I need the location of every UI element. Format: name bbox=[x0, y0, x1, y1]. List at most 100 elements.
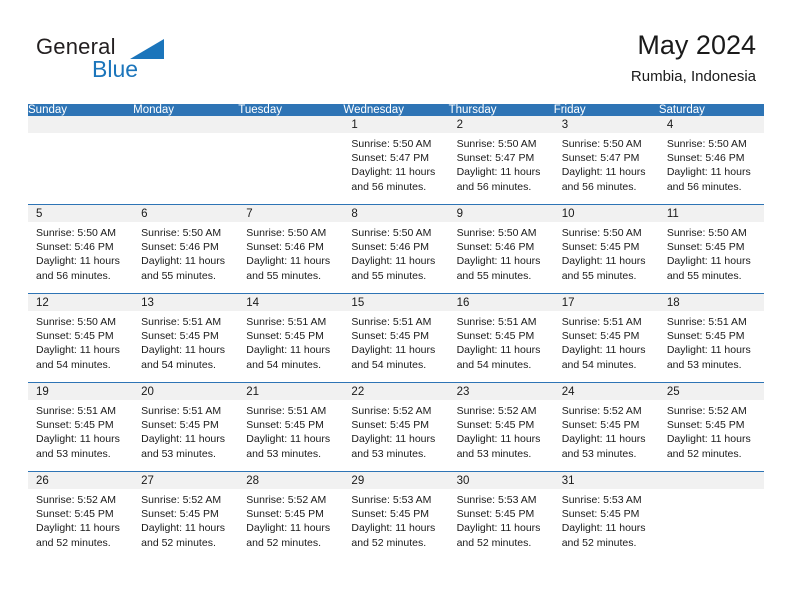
day-number: 4 bbox=[658, 116, 764, 133]
day-detail-sunrise: Sunrise: 5:50 AM bbox=[561, 227, 642, 239]
day-detail-sunset: Sunset: 5:46 PM bbox=[246, 241, 324, 254]
calendar-day-cell[interactable]: 16 Sunrise: 5:51 AM Sunset: 5:45 PM Dayligh… bbox=[448, 293, 554, 383]
day-detail-daylight2: and 56 minutes. bbox=[351, 180, 427, 193]
calendar-day-cell[interactable]: 2 Sunrise: 5:50 AM Sunset: 5:47 PM Daylight… bbox=[448, 116, 554, 205]
day-cell-content: 16 Sunrise: 5:51 AM Sunset: 5:45 PM Dayligh… bbox=[448, 294, 554, 382]
calendar-day-cell[interactable]: 24 Sunrise: 5:52 AM Sunset: 5:45 PM Dayligh… bbox=[553, 382, 659, 472]
day-detail-sunrise: Sunrise: 5:53 AM bbox=[561, 494, 642, 506]
day-number: 23 bbox=[448, 383, 554, 400]
day-details: Sunrise: 5:51 AM Sunset: 5:45 PM Daylight:… bbox=[133, 400, 238, 461]
day-cell-content: 25 Sunrise: 5:52 AM Sunset: 5:45 PM Dayligh… bbox=[658, 383, 764, 471]
day-detail-daylight2: and 54 minutes. bbox=[561, 358, 637, 371]
day-detail-daylight1: Daylight: 11 hours bbox=[561, 166, 646, 179]
day-cell-content: 18 Sunrise: 5:51 AM Sunset: 5:45 PM Dayligh… bbox=[658, 294, 764, 382]
day-detail-daylight1: Daylight: 11 hours bbox=[561, 344, 646, 357]
calendar-day-cell[interactable]: 11 Sunrise: 5:50 AM Sunset: 5:45 PM Dayligh… bbox=[658, 204, 764, 294]
day-detail-daylight1: Daylight: 11 hours bbox=[666, 255, 751, 268]
day-detail-sunset: Sunset: 5:46 PM bbox=[666, 152, 745, 165]
day-detail-sunset: Sunset: 5:45 PM bbox=[36, 330, 114, 343]
day-details: Sunrise: 5:51 AM Sunset: 5:45 PM Daylight:… bbox=[343, 311, 448, 372]
calendar-day-cell[interactable]: 1 Sunrise: 5:50 AM Sunset: 5:47 PM Daylight… bbox=[343, 116, 449, 205]
calendar-day-cell[interactable]: 28 Sunrise: 5:52 AM Sunset: 5:45 PM Dayligh… bbox=[238, 471, 344, 560]
day-cell-content: 9 Sunrise: 5:50 AM Sunset: 5:46 PM Daylight… bbox=[448, 205, 554, 293]
calendar-day-cell[interactable]: 17 Sunrise: 5:51 AM Sunset: 5:45 PM Dayligh… bbox=[553, 293, 659, 383]
weekday-header-saturday: Saturday bbox=[658, 104, 764, 116]
day-detail-daylight2: and 53 minutes. bbox=[246, 447, 321, 460]
day-detail-sunrise: Sunrise: 5:50 AM bbox=[36, 227, 116, 239]
calendar-day-cell[interactable]: 4 Sunrise: 5:50 AM Sunset: 5:46 PM Daylight… bbox=[658, 116, 764, 205]
day-detail-sunrise: Sunrise: 5:52 AM bbox=[561, 405, 642, 417]
day-detail-sunrise: Sunrise: 5:51 AM bbox=[36, 405, 116, 417]
day-cell-content: 21 Sunrise: 5:51 AM Sunset: 5:45 PM Dayligh… bbox=[238, 383, 344, 471]
day-number: 19 bbox=[28, 383, 134, 400]
day-detail-daylight2: and 52 minutes. bbox=[351, 536, 427, 549]
day-detail-daylight2: and 56 minutes. bbox=[561, 180, 637, 193]
calendar-day-cell[interactable]: 15 Sunrise: 5:51 AM Sunset: 5:45 PM Dayligh… bbox=[343, 293, 449, 383]
day-detail-sunrise: Sunrise: 5:52 AM bbox=[456, 405, 537, 417]
calendar-day-cell[interactable]: 26 Sunrise: 5:52 AM Sunset: 5:45 PM Dayligh… bbox=[28, 471, 134, 560]
day-detail-daylight2: and 55 minutes. bbox=[246, 269, 321, 282]
day-details bbox=[238, 133, 343, 137]
calendar-day-cell[interactable]: 7 Sunrise: 5:50 AM Sunset: 5:46 PM Daylight… bbox=[238, 204, 344, 294]
calendar-day-cell[interactable]: 8 Sunrise: 5:50 AM Sunset: 5:46 PM Daylight… bbox=[343, 204, 449, 294]
day-details: Sunrise: 5:50 AM Sunset: 5:47 PM Daylight:… bbox=[554, 133, 659, 194]
day-cell-content: 27 Sunrise: 5:52 AM Sunset: 5:45 PM Dayligh… bbox=[133, 472, 239, 560]
day-detail-sunset: Sunset: 5:45 PM bbox=[351, 419, 430, 432]
calendar-day-cell[interactable]: 30 Sunrise: 5:53 AM Sunset: 5:45 PM Dayligh… bbox=[448, 471, 554, 560]
calendar-day-cell[interactable]: 14 Sunrise: 5:51 AM Sunset: 5:45 PM Dayligh… bbox=[238, 293, 344, 383]
day-detail-daylight1: Daylight: 11 hours bbox=[456, 166, 541, 179]
day-number: 14 bbox=[238, 294, 344, 311]
day-detail-daylight1: Daylight: 11 hours bbox=[561, 255, 646, 268]
day-detail-daylight2: and 55 minutes. bbox=[456, 269, 532, 282]
day-cell-content: 26 Sunrise: 5:52 AM Sunset: 5:45 PM Dayligh… bbox=[28, 472, 134, 560]
calendar-day-cell[interactable]: 19 Sunrise: 5:51 AM Sunset: 5:45 PM Dayligh… bbox=[28, 382, 134, 472]
day-detail-sunrise: Sunrise: 5:50 AM bbox=[351, 227, 432, 239]
calendar-day-cell[interactable]: 29 Sunrise: 5:53 AM Sunset: 5:45 PM Dayligh… bbox=[343, 471, 449, 560]
day-detail-sunset: Sunset: 5:46 PM bbox=[456, 241, 535, 254]
day-details: Sunrise: 5:51 AM Sunset: 5:45 PM Daylight:… bbox=[238, 311, 343, 372]
day-detail-daylight2: and 53 minutes. bbox=[36, 447, 111, 460]
day-detail-daylight1: Daylight: 11 hours bbox=[351, 166, 436, 179]
day-detail-sunrise: Sunrise: 5:52 AM bbox=[351, 405, 432, 417]
calendar-day-cell[interactable]: 12 Sunrise: 5:50 AM Sunset: 5:45 PM Dayligh… bbox=[28, 293, 134, 383]
day-detail-daylight2: and 54 minutes. bbox=[36, 358, 111, 371]
day-detail-sunset: Sunset: 5:45 PM bbox=[351, 330, 430, 343]
day-details: Sunrise: 5:53 AM Sunset: 5:45 PM Daylight:… bbox=[554, 489, 659, 550]
calendar-day-cell[interactable]: 18 Sunrise: 5:51 AM Sunset: 5:45 PM Dayligh… bbox=[658, 293, 764, 383]
calendar-day-cell[interactable]: 9 Sunrise: 5:50 AM Sunset: 5:46 PM Daylight… bbox=[448, 204, 554, 294]
day-details: Sunrise: 5:51 AM Sunset: 5:45 PM Daylight:… bbox=[238, 400, 343, 461]
day-details bbox=[133, 133, 238, 137]
calendar-day-cell[interactable]: 3 Sunrise: 5:50 AM Sunset: 5:47 PM Daylight… bbox=[553, 116, 659, 205]
logo-text-general: General bbox=[36, 34, 116, 59]
day-detail-sunset: Sunset: 5:45 PM bbox=[561, 419, 640, 432]
day-detail-daylight2: and 54 minutes. bbox=[141, 358, 216, 371]
day-detail-daylight1: Daylight: 11 hours bbox=[246, 522, 331, 535]
calendar-day-cell[interactable]: 10 Sunrise: 5:50 AM Sunset: 5:45 PM Dayligh… bbox=[553, 204, 659, 294]
general-blue-logo[interactable]: General Blue bbox=[36, 36, 236, 92]
day-detail-sunrise: Sunrise: 5:51 AM bbox=[141, 405, 222, 417]
day-cell-content: 7 Sunrise: 5:50 AM Sunset: 5:46 PM Daylight… bbox=[238, 205, 344, 293]
calendar-day-cell[interactable]: 13 Sunrise: 5:51 AM Sunset: 5:45 PM Dayligh… bbox=[133, 293, 239, 383]
calendar-day-cell[interactable]: 25 Sunrise: 5:52 AM Sunset: 5:45 PM Dayligh… bbox=[658, 382, 764, 472]
calendar-day-cell[interactable]: 23 Sunrise: 5:52 AM Sunset: 5:45 PM Dayligh… bbox=[448, 382, 554, 472]
calendar-day-cell[interactable]: 27 Sunrise: 5:52 AM Sunset: 5:45 PM Dayligh… bbox=[133, 471, 239, 560]
calendar-week-row: 19 Sunrise: 5:51 AM Sunset: 5:45 PM Dayligh… bbox=[28, 382, 764, 472]
day-number: 20 bbox=[133, 383, 239, 400]
calendar-body: 1 Sunrise: 5:50 AM Sunset: 5:47 PM Daylight… bbox=[28, 116, 764, 560]
day-detail-sunset: Sunset: 5:45 PM bbox=[141, 508, 219, 521]
page-subtitle: Rumbia, Indonesia bbox=[630, 68, 756, 86]
calendar-day-cell[interactable]: 31 Sunrise: 5:53 AM Sunset: 5:45 PM Dayligh… bbox=[553, 471, 659, 560]
day-detail-sunset: Sunset: 5:45 PM bbox=[246, 508, 324, 521]
day-detail-daylight2: and 53 minutes. bbox=[666, 358, 742, 371]
day-detail-daylight1: Daylight: 11 hours bbox=[141, 522, 225, 535]
day-detail-daylight1: Daylight: 11 hours bbox=[246, 344, 331, 357]
day-detail-daylight1: Daylight: 11 hours bbox=[351, 255, 436, 268]
calendar-day-cell[interactable]: 5 Sunrise: 5:50 AM Sunset: 5:46 PM Daylight… bbox=[28, 204, 134, 294]
calendar-day-cell[interactable]: 20 Sunrise: 5:51 AM Sunset: 5:45 PM Dayligh… bbox=[133, 382, 239, 472]
calendar-day-cell[interactable]: 6 Sunrise: 5:50 AM Sunset: 5:46 PM Daylight… bbox=[133, 204, 239, 294]
day-number: 22 bbox=[343, 383, 449, 400]
day-cell-content bbox=[658, 472, 764, 560]
day-cell-content: 19 Sunrise: 5:51 AM Sunset: 5:45 PM Dayligh… bbox=[28, 383, 134, 471]
calendar-day-cell[interactable]: 21 Sunrise: 5:51 AM Sunset: 5:45 PM Dayligh… bbox=[238, 382, 344, 472]
calendar-day-cell[interactable]: 22 Sunrise: 5:52 AM Sunset: 5:45 PM Dayligh… bbox=[343, 382, 449, 472]
